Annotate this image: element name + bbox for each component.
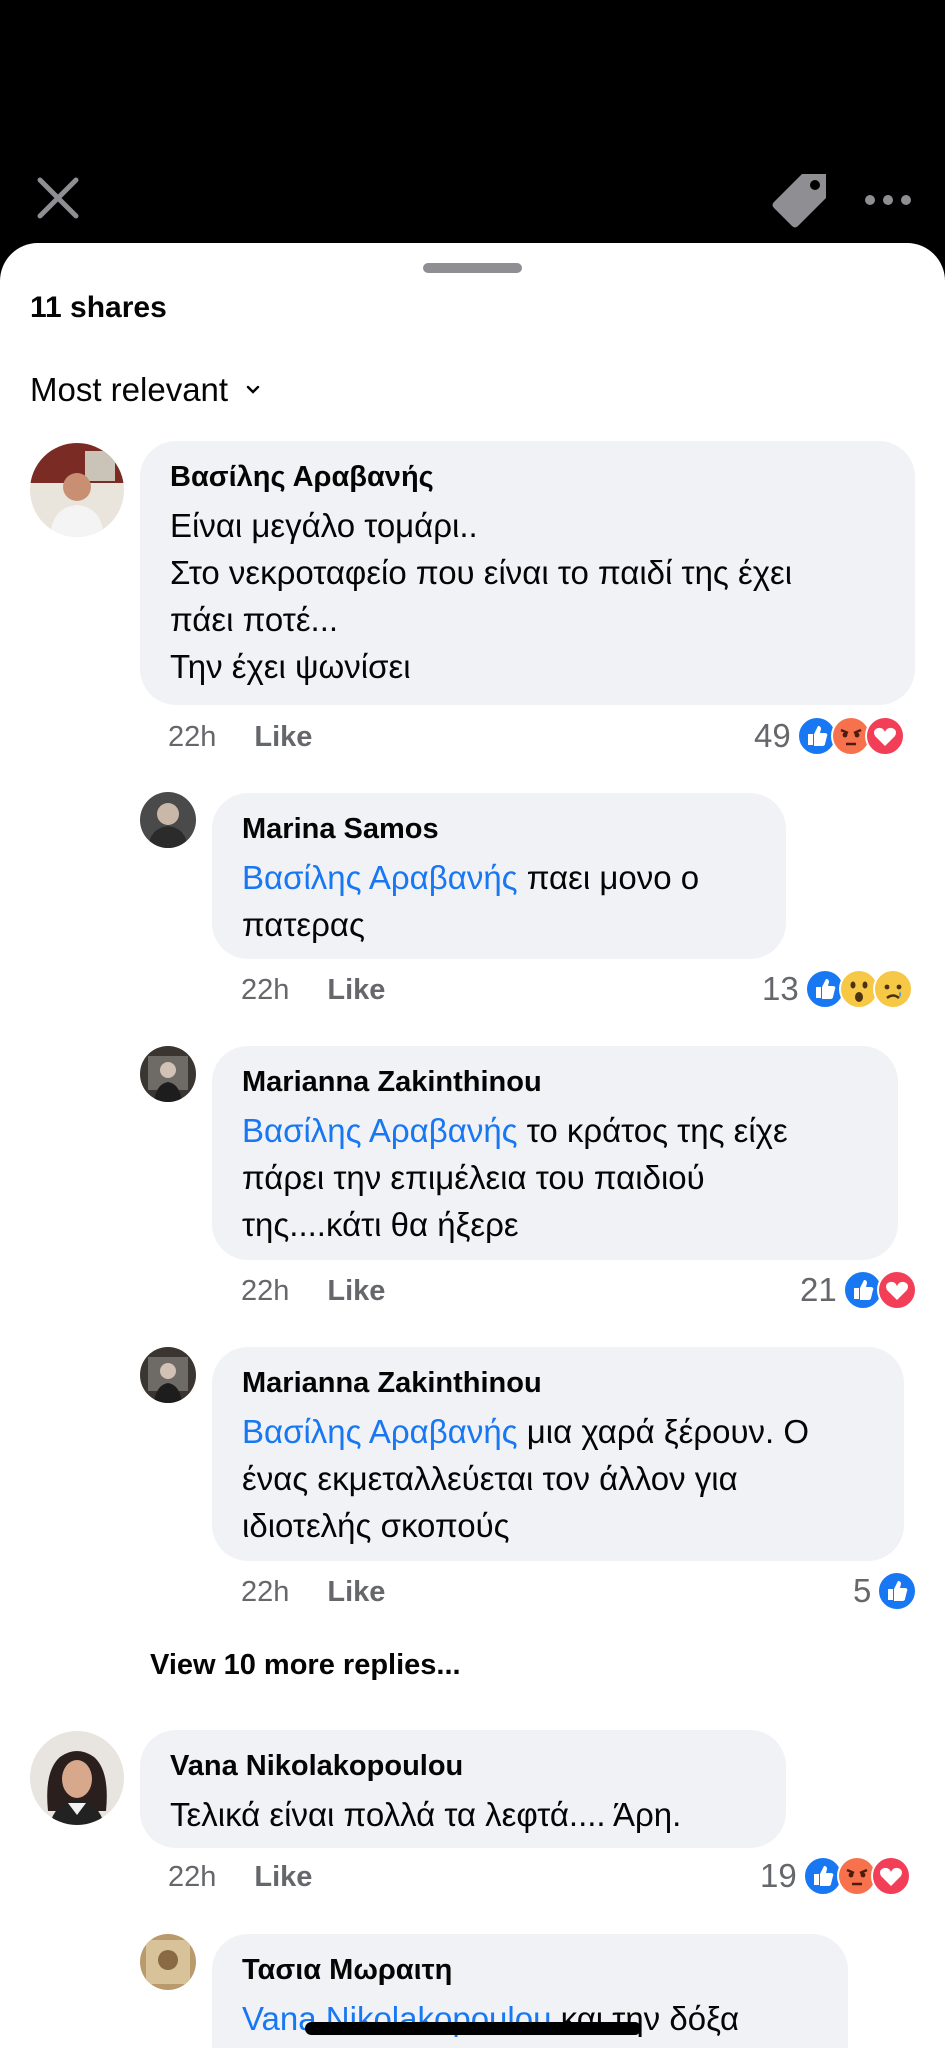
like-button[interactable]: Like bbox=[327, 1275, 385, 1308]
sort-dropdown[interactable]: Most relevant bbox=[30, 371, 262, 409]
comment-author[interactable]: Marina Samos bbox=[242, 813, 756, 846]
comment-author[interactable]: Τασια Μωραιτη bbox=[242, 1954, 818, 1987]
comment-meta: 22h Like bbox=[168, 1861, 312, 1894]
close-icon bbox=[37, 177, 79, 219]
comment-text: Βασίλης Αραβανής παει μονο ο πατερας bbox=[242, 859, 700, 943]
avatar[interactable] bbox=[140, 792, 196, 848]
comment-author[interactable]: Βασίλης Αραβανής bbox=[170, 461, 885, 494]
mention-link[interactable]: Βασίλης Αραβανής bbox=[242, 1413, 518, 1450]
like-button[interactable]: Like bbox=[327, 1576, 385, 1609]
mention-link[interactable]: Βασίλης Αραβανής bbox=[242, 1112, 518, 1149]
more-options-button[interactable] bbox=[862, 185, 914, 215]
comment-text: Είναι μεγάλο τομάρι.. Στο νεκροταφείο πο… bbox=[170, 507, 793, 685]
comment-bubble[interactable]: Βασίλης Αραβανής Είναι μεγάλο τομάρι.. Σ… bbox=[140, 441, 915, 705]
mention-link[interactable]: Βασίλης Αραβανής bbox=[242, 859, 518, 896]
reactions-summary[interactable]: 49 bbox=[754, 714, 905, 758]
comment-author[interactable]: Marianna Zakinthinou bbox=[242, 1066, 868, 1099]
comment-bubble[interactable]: Vana Nikolakopoulou Τελικά είναι πολλά τ… bbox=[140, 1730, 786, 1848]
comment-meta: 22h Like bbox=[168, 721, 312, 754]
like-reaction-icon bbox=[877, 1571, 918, 1611]
comment-time[interactable]: 22h bbox=[168, 721, 216, 754]
sad-reaction-icon bbox=[872, 969, 913, 1009]
close-button[interactable] bbox=[30, 170, 86, 226]
love-reaction-icon bbox=[870, 1856, 911, 1896]
tag-button[interactable] bbox=[768, 168, 832, 232]
avatar[interactable] bbox=[140, 1347, 196, 1403]
like-button[interactable]: Like bbox=[254, 721, 312, 754]
chevron-down-icon bbox=[246, 385, 260, 394]
sheet-grabber[interactable] bbox=[423, 263, 522, 273]
home-indicator[interactable] bbox=[305, 2022, 641, 2035]
avatar[interactable] bbox=[30, 1731, 124, 1825]
more-icon bbox=[865, 195, 911, 205]
comment-text: Βασίλης Αραβανής μια χαρά ξέρουν. Ο ένας… bbox=[242, 1413, 810, 1544]
comment-meta: 22h Like bbox=[241, 1275, 385, 1308]
like-button[interactable]: Like bbox=[327, 974, 385, 1007]
avatar[interactable] bbox=[30, 443, 124, 537]
reaction-count: 13 bbox=[762, 970, 799, 1007]
comment-bubble[interactable]: Marianna Zakinthinou Βασίλης Αραβανής μι… bbox=[212, 1347, 904, 1561]
sort-label: Most relevant bbox=[30, 371, 229, 408]
comment-time[interactable]: 22h bbox=[168, 1861, 216, 1894]
reaction-count: 49 bbox=[754, 717, 791, 754]
reactions-summary[interactable]: 21 bbox=[800, 1268, 917, 1312]
love-reaction-icon bbox=[876, 1270, 917, 1310]
comment-meta: 22h Like bbox=[241, 974, 385, 1007]
reactions-summary[interactable]: 13 bbox=[762, 967, 913, 1011]
comment-time[interactable]: 22h bbox=[241, 974, 289, 1007]
photo-viewer-topbar bbox=[0, 0, 945, 245]
comments-sheet: 11 shares Most relevant Βασίλης Αραβανής… bbox=[0, 243, 945, 2048]
avatar[interactable] bbox=[140, 1934, 196, 1990]
reaction-count: 5 bbox=[853, 1572, 872, 1609]
avatar[interactable] bbox=[140, 1046, 196, 1102]
comment-bubble[interactable]: Marina Samos Βασίλης Αραβανής παει μονο … bbox=[212, 793, 786, 959]
comment-text: Τελικά είναι πολλά τα λεφτά.... Άρη. bbox=[170, 1796, 682, 1833]
comment-author[interactable]: Vana Nikolakopoulou bbox=[170, 1750, 756, 1783]
reactions-summary[interactable]: 19 bbox=[760, 1854, 911, 1898]
reactions-summary[interactable]: 5 bbox=[853, 1569, 918, 1613]
reaction-count: 21 bbox=[800, 1271, 837, 1308]
comment-bubble[interactable]: Marianna Zakinthinou Βασίλης Αραβανής το… bbox=[212, 1046, 898, 1260]
comment-author[interactable]: Marianna Zakinthinou bbox=[242, 1367, 874, 1400]
love-reaction-icon bbox=[864, 716, 905, 756]
shares-count[interactable]: 11 shares bbox=[30, 291, 167, 325]
comment-time[interactable]: 22h bbox=[241, 1275, 289, 1308]
comment-time[interactable]: 22h bbox=[241, 1576, 289, 1609]
comment-meta: 22h Like bbox=[241, 1576, 385, 1609]
like-button[interactable]: Like bbox=[254, 1861, 312, 1894]
view-more-replies-link[interactable]: View 10 more replies... bbox=[150, 1649, 461, 1682]
tag-icon bbox=[772, 174, 826, 228]
comment-text: Βασίλης Αραβανής το κράτος της είχε πάρε… bbox=[242, 1112, 788, 1243]
reaction-count: 19 bbox=[760, 1857, 797, 1894]
